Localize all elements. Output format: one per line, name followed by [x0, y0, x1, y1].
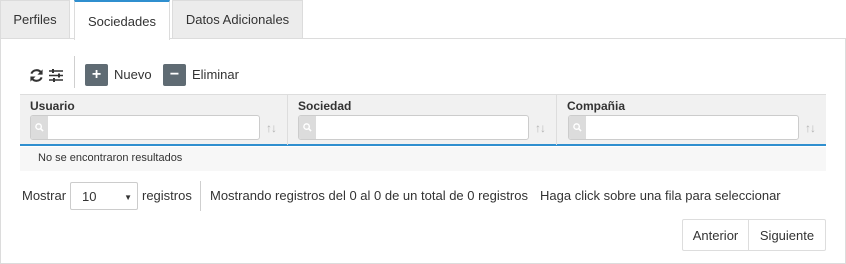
toolbar: [28, 64, 64, 86]
sociedad-search: [298, 115, 529, 140]
tab-bar: Perfiles Sociedades Datos Adicionales: [0, 0, 846, 40]
caret-down-icon: ▼: [124, 193, 132, 202]
empty-message: No se encontraron resultados: [38, 152, 183, 164]
sort-icon[interactable]: ↑↓: [805, 121, 816, 135]
selection-hint: Haga click sobre una fila para seleccion…: [540, 188, 781, 203]
compania-search: [568, 115, 799, 140]
records-label: registros: [142, 188, 192, 203]
column-usuario: Usuario ↑↓: [20, 95, 288, 145]
page-size-select[interactable]: 10 ▼: [70, 182, 138, 210]
compania-search-input[interactable]: [587, 116, 798, 139]
sort-icon[interactable]: ↑↓: [266, 121, 277, 135]
column-sociedad: Sociedad ↑↓: [288, 95, 557, 145]
page-size-value: 10: [82, 188, 97, 204]
previous-page-button[interactable]: Anterior: [683, 220, 749, 250]
sort-icon[interactable]: ↑↓: [535, 121, 546, 135]
tab-perfiles[interactable]: Perfiles: [0, 0, 70, 38]
pagination: Anterior Siguiente: [682, 219, 826, 251]
search-icon: [569, 116, 586, 139]
column-label-compania: Compañia: [567, 99, 626, 113]
footer-divider: [200, 181, 201, 211]
tab-sociedades[interactable]: Sociedades: [74, 0, 170, 40]
usuario-search: [30, 115, 260, 140]
plus-icon: +: [91, 66, 102, 83]
search-icon: [31, 116, 48, 139]
refresh-icon[interactable]: [28, 67, 44, 83]
next-page-button[interactable]: Siguiente: [749, 220, 825, 250]
tab-datos-adicionales[interactable]: Datos Adicionales: [172, 0, 303, 38]
new-label[interactable]: Nuevo: [114, 67, 152, 82]
records-info: Mostrando registros del 0 al 0 de un tot…: [210, 188, 528, 203]
new-button[interactable]: +: [85, 64, 108, 86]
table-empty-row: No se encontraron resultados: [20, 147, 826, 171]
minus-icon: −: [169, 66, 180, 83]
search-icon: [299, 116, 316, 139]
sociedad-search-input[interactable]: [317, 116, 528, 139]
column-label-sociedad: Sociedad: [298, 99, 352, 113]
usuario-search-input[interactable]: [49, 116, 259, 139]
delete-button[interactable]: −: [163, 64, 186, 86]
table-header: Usuario ↑↓ Sociedad ↑↓ Compañia ↑↓: [20, 94, 826, 146]
show-label: Mostrar: [22, 188, 67, 203]
delete-label[interactable]: Eliminar: [192, 67, 239, 82]
toolbar-divider: [74, 56, 75, 88]
column-compania: Compañia ↑↓: [557, 95, 826, 145]
column-label-usuario: Usuario: [30, 99, 75, 113]
sliders-icon[interactable]: [48, 67, 64, 83]
